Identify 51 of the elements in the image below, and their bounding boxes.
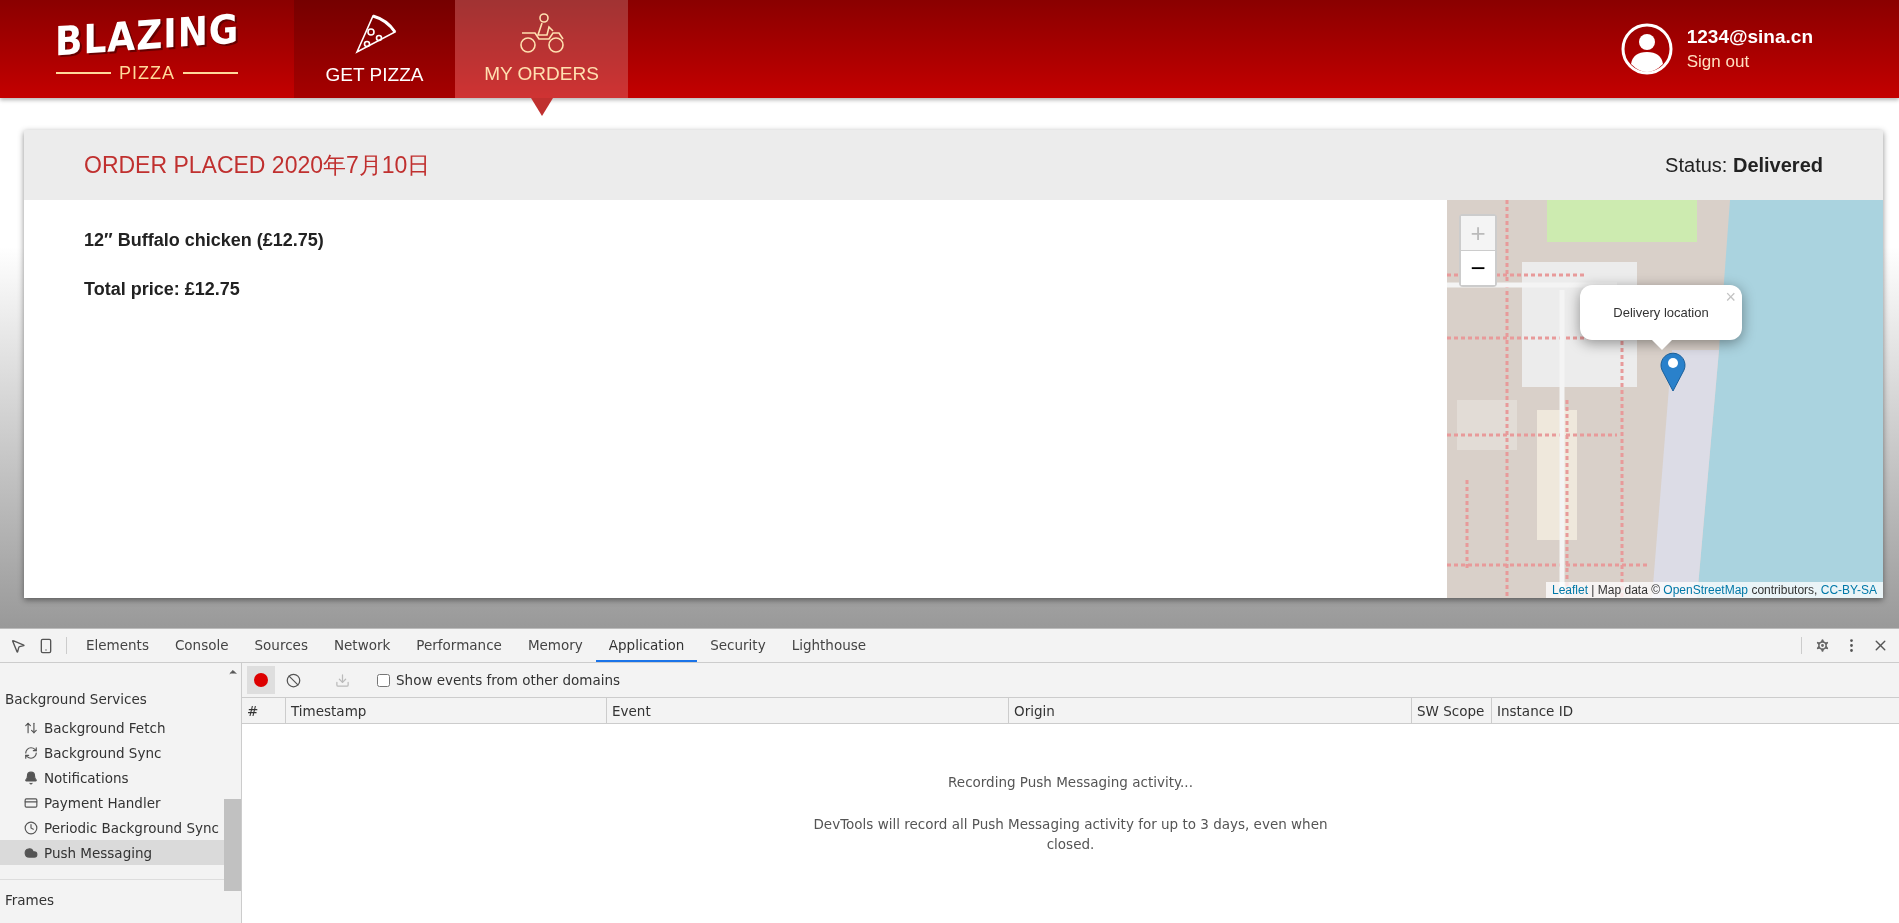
devtools-tab[interactable]: Lighthouse	[778, 629, 880, 662]
attribution-link[interactable]: CC-BY-SA	[1820, 583, 1877, 597]
record-button[interactable]	[247, 666, 275, 694]
sidebar-item[interactable]: Background Sync	[0, 740, 224, 765]
bell-icon	[24, 770, 38, 785]
column-header[interactable]: #	[242, 698, 285, 723]
motorbike-rider-icon	[518, 13, 565, 53]
popup-text: Delivery location	[1613, 305, 1709, 320]
devtools-tab[interactable]: Security	[697, 629, 779, 662]
empty-title: Recording Push Messaging activity...	[948, 774, 1193, 790]
attribution-link[interactable]: OpenStreetMap	[1663, 583, 1749, 597]
cloud-icon	[24, 845, 38, 860]
attribution-link[interactable]: Leaflet	[1551, 583, 1588, 597]
sidebar-item[interactable]: Background Fetch	[0, 715, 224, 740]
devtools-tab[interactable]: Console	[161, 629, 242, 662]
checkbox[interactable]	[377, 673, 390, 687]
sidebar-item[interactable]: Notifications	[0, 765, 224, 790]
order-title: ORDER PLACED 2020年7月10日	[84, 150, 431, 180]
checkbox-label[interactable]: Show events from other domains	[377, 672, 621, 688]
order-status: Status: Delivered	[1665, 153, 1823, 177]
column-header[interactable]: Timestamp	[285, 698, 606, 723]
devtools-tab[interactable]: Network	[320, 629, 404, 662]
sidebar-item[interactable]: Push Messaging	[0, 840, 224, 865]
sync-icon	[24, 745, 38, 760]
devtools-tab[interactable]: Performance	[403, 629, 515, 662]
card-icon	[24, 795, 38, 810]
user-avatar-icon	[1620, 23, 1673, 75]
nav-tab[interactable]: GET PIZZA	[294, 0, 455, 98]
column-header[interactable]: Instance ID	[1491, 698, 1899, 723]
order-item: 12″ Buffalo chicken (£12.75)	[84, 230, 325, 251]
sidebar-item[interactable]: Periodic Background Sync	[0, 815, 224, 840]
pizza-slice-icon	[352, 12, 397, 54]
user-email: 1234@sina.cn	[1686, 26, 1813, 48]
scrollbar[interactable]	[224, 663, 242, 923]
sign-out-link[interactable]: Sign out	[1686, 52, 1813, 72]
zoom-out-button[interactable]: −	[1461, 250, 1495, 285]
devtools-tab[interactable]: Sources	[241, 629, 321, 662]
map-attribution: Leaflet | Map data © OpenStreetMap contributors, CC-BY-SA	[1545, 582, 1883, 598]
sidebar-section[interactable]: Background Services	[0, 683, 224, 715]
logo[interactable]: BLAZING PIZZA	[0, 0, 294, 98]
map-marker-icon[interactable]	[1659, 350, 1687, 392]
total-price: Total price: £12.75	[84, 279, 241, 300]
up-down-arrows-icon	[24, 720, 38, 735]
sidebar-item[interactable]: Payment Handler	[0, 790, 224, 815]
devtools-tab[interactable]: Elements	[73, 629, 162, 662]
column-header[interactable]: Event	[606, 698, 1008, 723]
clock-icon	[24, 820, 38, 835]
column-header[interactable]: SW Scope	[1411, 698, 1491, 723]
column-header[interactable]: Origin	[1008, 698, 1411, 723]
empty-message: DevTools will record all Push Messaging activity for up to 3 days, even when closed.	[812, 815, 1329, 855]
devtools-tab[interactable]: Memory	[514, 629, 596, 662]
